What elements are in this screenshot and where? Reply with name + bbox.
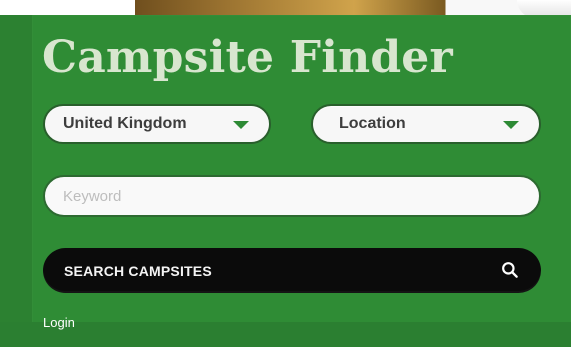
login-link[interactable]: Login [43, 315, 75, 330]
chevron-down-icon [503, 121, 519, 129]
left-background-strip [0, 15, 32, 347]
top-white-strip [0, 0, 135, 15]
location-select[interactable]: Location [311, 104, 541, 144]
campsite-finder-panel: Campsite Finder United Kingdom Location … [0, 0, 571, 347]
keyword-input[interactable] [43, 175, 541, 217]
page-title: Campsite Finder [42, 32, 453, 83]
bottom-background-strip [0, 322, 571, 347]
search-button-label: SEARCH CAMPSITES [64, 262, 212, 279]
chevron-down-icon [233, 121, 249, 129]
search-icon [502, 262, 518, 278]
country-select-value: United Kingdom [63, 115, 187, 132]
search-campsites-button[interactable]: SEARCH CAMPSITES [43, 248, 541, 293]
location-select-value: Location [339, 115, 406, 132]
country-select[interactable]: United Kingdom [43, 104, 271, 144]
